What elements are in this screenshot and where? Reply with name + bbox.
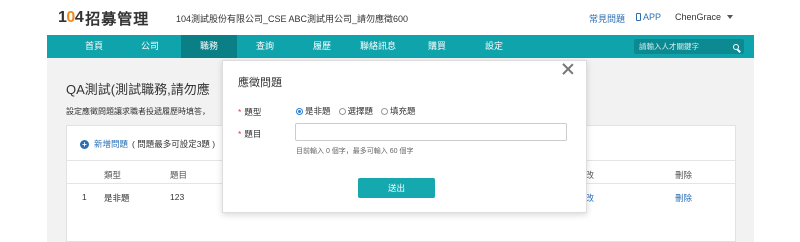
type-label: * 題型 bbox=[238, 107, 262, 117]
nav-purchase[interactable]: 購買 bbox=[414, 35, 460, 58]
question-input[interactable] bbox=[295, 123, 567, 141]
nav-home[interactable]: 首頁 bbox=[71, 35, 117, 58]
delete-link[interactable]: 刪除 bbox=[675, 192, 692, 204]
search-button[interactable] bbox=[728, 39, 744, 54]
radio-fill-in[interactable]: 填充題 bbox=[381, 105, 416, 117]
row-question: 123 bbox=[170, 192, 185, 202]
logo[interactable]: 104 招募管理 bbox=[58, 9, 150, 28]
nav-jobs[interactable]: 職務 bbox=[181, 35, 237, 58]
radio-icon[interactable] bbox=[381, 107, 389, 115]
company-name: 104測試股份有限公司_CSE ABC測試用公司_請勿應徵600 bbox=[176, 14, 409, 24]
nav-resume[interactable]: 履歷 bbox=[299, 35, 345, 58]
nav-search[interactable]: 查詢 bbox=[242, 35, 288, 58]
main-nav: 首頁 公司 職務 查詢 履歷 聯絡訊息 購買 設定 請輸入人才關鍵字 bbox=[47, 35, 754, 58]
th-type: 類型 bbox=[104, 170, 122, 180]
nav-messages[interactable]: 聯絡訊息 bbox=[347, 35, 409, 58]
question-label: * 題目 bbox=[238, 129, 262, 139]
char-count-hint: 目前輸入 0 個字，最多可輸入 60 個字 bbox=[296, 148, 414, 155]
submit-button[interactable]: 送出 bbox=[358, 178, 435, 198]
plus-icon[interactable]: + bbox=[80, 139, 89, 149]
app-link[interactable]: APP bbox=[636, 12, 661, 22]
user-menu[interactable]: ChenGrace bbox=[675, 12, 721, 22]
page-description: 設定應徵問題讓求職者投遞履歷時填答， bbox=[66, 107, 210, 116]
radio-checked-icon[interactable] bbox=[296, 107, 303, 115]
search-icon bbox=[733, 43, 739, 50]
row-type: 是非題 bbox=[104, 193, 130, 203]
th-question: 題目 bbox=[170, 170, 188, 180]
modal-title: 應徵問題 bbox=[238, 77, 282, 89]
add-question-link[interactable]: 新增問題 bbox=[94, 138, 128, 150]
th-delete: 刪除 bbox=[675, 170, 693, 180]
close-icon[interactable] bbox=[561, 62, 575, 76]
radio-true-false[interactable]: 是非題 bbox=[296, 105, 331, 117]
chevron-down-icon[interactable] bbox=[727, 15, 733, 19]
nav-settings[interactable]: 設定 bbox=[471, 35, 517, 58]
nav-company[interactable]: 公司 bbox=[127, 35, 173, 58]
logo-text: 招募管理 bbox=[85, 10, 150, 28]
row-number: 1 bbox=[82, 192, 87, 202]
type-radio-group: 是非題 選擇題 填充題 bbox=[296, 105, 416, 117]
radio-icon[interactable] bbox=[338, 107, 346, 115]
add-question-row: + 新增問題 ( 問題最多可設定3題 ) bbox=[80, 138, 215, 150]
search-input[interactable]: 請輸入人才關鍵字 bbox=[639, 41, 728, 52]
add-question-note: ( 問題最多可設定3題 ) bbox=[132, 139, 216, 149]
radio-multiple-choice[interactable]: 選擇題 bbox=[338, 105, 373, 117]
page-title: QA測試(測試職務,請勿應 bbox=[66, 82, 210, 97]
phone-icon bbox=[636, 13, 641, 21]
talent-search: 請輸入人才關鍵字 bbox=[634, 39, 744, 54]
faq-link[interactable]: 常見問題 bbox=[589, 12, 625, 25]
top-bar: 104 招募管理 104測試股份有限公司_CSE ABC測試用公司_請勿應徵60… bbox=[0, 0, 800, 34]
